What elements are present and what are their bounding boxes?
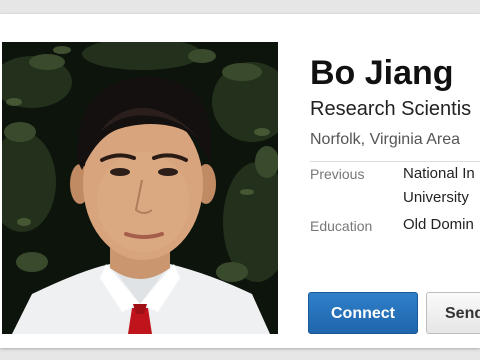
profile-name: Bo Jiang — [310, 54, 454, 92]
connect-button[interactable]: Connect — [308, 292, 418, 334]
profile-card: Bo Jiang Research Scientis Norfolk, Virg… — [0, 14, 480, 348]
education-label: Education — [310, 218, 373, 234]
send-message-button[interactable]: Send — [426, 292, 480, 334]
profile-location[interactable]: Norfolk, Virginia Area — [310, 131, 460, 149]
education-item[interactable]: Old Domin — [403, 213, 474, 237]
previous-item[interactable]: University — [403, 186, 475, 210]
education-value: Old Domin — [403, 213, 474, 237]
profile-headline: Research Scientis — [310, 98, 472, 120]
previous-values: National In University — [403, 162, 475, 210]
profile-photo-image — [2, 42, 278, 334]
previous-label: Previous — [310, 166, 365, 182]
profile-photo[interactable] — [2, 42, 278, 334]
previous-item[interactable]: National In — [403, 162, 475, 186]
